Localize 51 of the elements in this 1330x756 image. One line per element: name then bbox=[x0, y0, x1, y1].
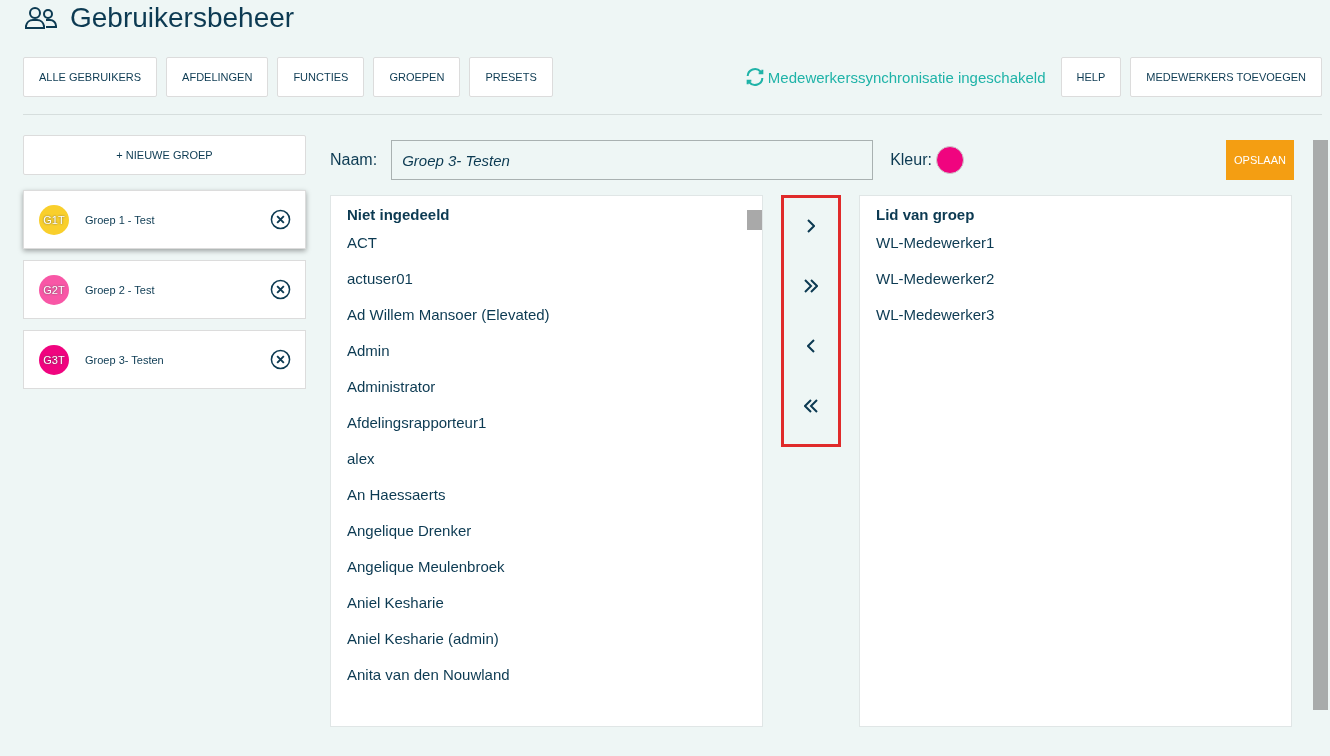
group-name: Groep 2 - Test bbox=[85, 283, 156, 296]
users-icon bbox=[24, 6, 58, 30]
chevron-icon bbox=[804, 279, 818, 293]
list-item[interactable]: Ad Willem Mansoer (Elevated) bbox=[347, 305, 746, 341]
close-icon[interactable] bbox=[270, 349, 291, 370]
name-label: Naam: bbox=[330, 151, 378, 169]
scrollbar[interactable] bbox=[1313, 140, 1328, 710]
group-name: Groep 1 - Test bbox=[85, 213, 156, 226]
list-item[interactable]: Angelique Drenker bbox=[347, 521, 746, 557]
color-swatch[interactable] bbox=[935, 146, 964, 174]
action-button[interactable]: MEDEWERKERS TOEVOEGEN bbox=[1130, 57, 1322, 97]
list-item[interactable]: actuser01 bbox=[347, 269, 746, 305]
list-title: Niet ingedeeld bbox=[347, 206, 451, 223]
nav-tab[interactable]: FUNCTIES bbox=[277, 57, 365, 97]
chevron-icon bbox=[807, 219, 815, 233]
nav-tab[interactable]: AFDELINGEN bbox=[166, 57, 269, 97]
list-item[interactable]: alex bbox=[347, 449, 746, 485]
close-icon[interactable] bbox=[270, 209, 291, 230]
sync-status: Medewerkerssynchronisatie ingeschakeld bbox=[767, 68, 1046, 86]
scrollbar-thumb[interactable] bbox=[747, 210, 762, 230]
group-avatar: G2T bbox=[39, 274, 69, 305]
list-item[interactable]: Admin bbox=[347, 341, 746, 377]
list-title: Lid van groep bbox=[876, 206, 976, 223]
list-item[interactable]: An Haessaerts bbox=[347, 485, 746, 521]
list-item[interactable]: Angelique Meulenbroek bbox=[347, 557, 746, 593]
action-button[interactable]: HELP bbox=[1060, 57, 1122, 97]
group-name: Groep 3- Testen bbox=[85, 353, 165, 366]
page-title: Gebruikersbeheer bbox=[70, 2, 295, 34]
name-field[interactable]: Groep 3- Testen bbox=[391, 140, 874, 180]
list-item[interactable]: Aniel Kesharie bbox=[347, 593, 746, 629]
list-item[interactable]: Administrator bbox=[347, 377, 746, 413]
group-item[interactable]: G3T Groep 3- Testen bbox=[23, 330, 306, 389]
list-item[interactable]: ACT bbox=[347, 233, 746, 269]
list-item[interactable]: Aniel Kesharie (admin) bbox=[347, 629, 746, 665]
group-item[interactable]: G2T Groep 2 - Test bbox=[23, 260, 306, 319]
color-label: Kleur: bbox=[890, 151, 932, 169]
nav-tab[interactable]: ALLE GEBRUIKERS bbox=[23, 57, 158, 97]
group-avatar: G1T bbox=[39, 204, 69, 235]
chevron-icon bbox=[807, 339, 815, 353]
new-group-button[interactable]: + NIEUWE GROEP bbox=[23, 135, 306, 175]
list-item[interactable]: Afdelingsrapporteur1 bbox=[347, 413, 746, 449]
close-icon[interactable] bbox=[270, 279, 291, 300]
chevron-icon bbox=[804, 399, 818, 413]
group-item[interactable]: G1T Groep 1 - Test bbox=[23, 190, 306, 249]
nav-tab[interactable]: PRESETS bbox=[469, 57, 553, 97]
list-item[interactable]: Anita van den Nouwland bbox=[347, 665, 746, 701]
list-item[interactable]: WL-Medewerker3 bbox=[876, 305, 1275, 341]
nav-tab[interactable]: GROEPEN bbox=[373, 57, 461, 97]
list-item[interactable]: WL-Medewerker1 bbox=[876, 233, 1275, 269]
list-item[interactable]: WL-Medewerker2 bbox=[876, 269, 1275, 305]
group-avatar: G3T bbox=[39, 344, 69, 375]
